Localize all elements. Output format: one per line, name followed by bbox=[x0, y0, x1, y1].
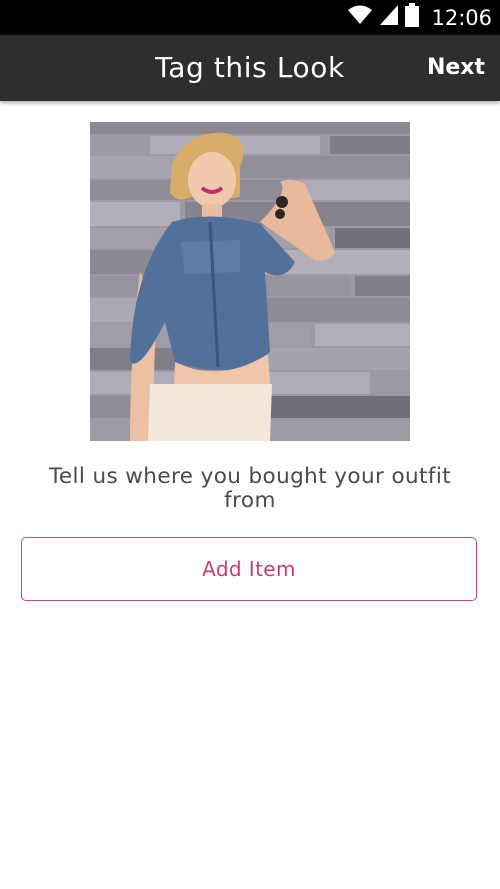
signal-icon bbox=[379, 4, 399, 31]
status-time: 12:06 bbox=[431, 5, 492, 30]
add-item-button[interactable]: Add Item bbox=[21, 537, 477, 601]
page-title: Tag this Look bbox=[155, 51, 345, 84]
status-bar: 12:06 bbox=[0, 0, 500, 35]
battery-icon bbox=[405, 3, 420, 32]
app-bar: Tag this Look Next bbox=[0, 35, 500, 101]
wifi-icon bbox=[347, 5, 373, 30]
prompt-text: Tell us where you bought your outfit fro… bbox=[48, 464, 452, 513]
next-button[interactable]: Next bbox=[427, 35, 485, 101]
look-photo bbox=[90, 122, 410, 441]
status-icons: 12:06 bbox=[347, 0, 492, 35]
